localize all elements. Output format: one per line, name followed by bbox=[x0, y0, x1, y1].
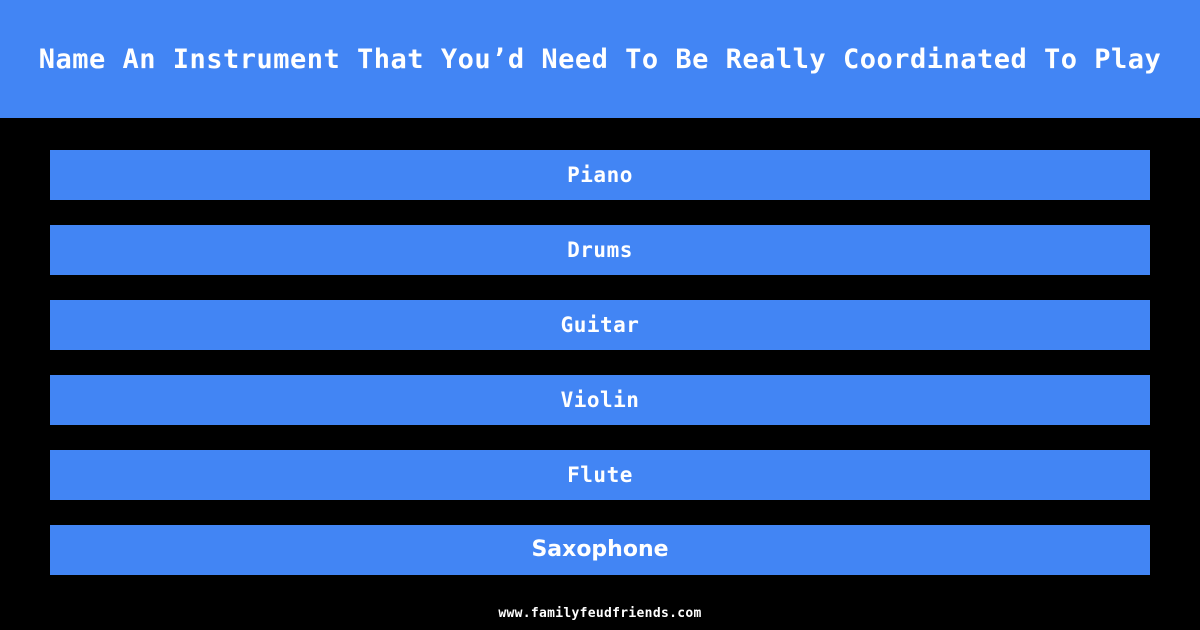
answer-list: Piano Drums Guitar Violin Flute Saxophon… bbox=[50, 150, 1150, 575]
answer-row[interactable]: Flute bbox=[50, 450, 1150, 500]
answer-row[interactable]: Piano bbox=[50, 150, 1150, 200]
survey-answer-card: Name An Instrument That You’d Need To Be… bbox=[0, 0, 1200, 630]
site-url: www.familyfeudfriends.com bbox=[498, 605, 702, 621]
answer-label: Drums bbox=[567, 237, 633, 262]
question-header: Name An Instrument That You’d Need To Be… bbox=[0, 0, 1200, 118]
answer-label: Piano bbox=[567, 162, 633, 187]
answer-row[interactable]: Guitar bbox=[50, 300, 1150, 350]
question-title: Name An Instrument That You’d Need To Be… bbox=[38, 43, 1162, 75]
answer-row[interactable]: Saxophone bbox=[50, 525, 1150, 575]
answer-label: Flute bbox=[567, 462, 633, 487]
answer-row[interactable]: Violin bbox=[50, 375, 1150, 425]
answer-label: Guitar bbox=[560, 312, 640, 337]
answer-row[interactable]: Drums bbox=[50, 225, 1150, 275]
answer-label: Violin bbox=[560, 387, 640, 412]
footer: www.familyfeudfriends.com bbox=[0, 596, 1200, 630]
answer-label: Saxophone bbox=[531, 537, 669, 562]
